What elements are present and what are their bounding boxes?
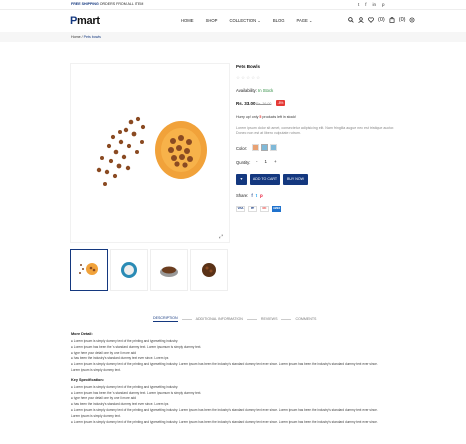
user-icon[interactable] — [358, 17, 364, 23]
paypal-icon: PP — [248, 206, 257, 212]
wishlist-button[interactable]: ♥ — [236, 174, 247, 185]
key-specification-heading: Key Specification: — [71, 377, 104, 382]
tab-separator — [281, 318, 292, 320]
top-bar: FREE SHIPPING ORDERS FROM ALL ITEM t f i… — [0, 0, 466, 10]
quantity-label: Quntity: — [236, 160, 251, 165]
breadcrumb-sep: / — [81, 35, 83, 39]
quantity-stepper: - 1 + — [256, 159, 277, 164]
list-item: ● Lorem ipsum is simply dummy text of th… — [71, 419, 378, 424]
header: Pmart HOME SHOP COLLECTION ⌄ BLOG PAGE ⌄… — [0, 10, 466, 32]
logo[interactable]: Pmart — [70, 15, 100, 27]
color-swatch-2[interactable] — [261, 144, 268, 151]
color-label: Color: — [236, 146, 248, 151]
qty-plus-button[interactable]: + — [274, 159, 277, 164]
cart-icon[interactable] — [389, 17, 395, 23]
add-to-cart-button[interactable]: ADD TO CART — [250, 174, 280, 185]
share-twitter-icon[interactable]: t — [256, 193, 257, 198]
nav-collection[interactable]: COLLECTION ⌄ — [229, 18, 260, 23]
wishlist-count: (0) — [378, 17, 385, 23]
visa-icon: VISA — [236, 206, 245, 212]
zoom-icon[interactable]: ⤢ — [219, 234, 223, 240]
list-item: ● Lorem ipsum is simply dummy text of th… — [71, 407, 378, 412]
tab-reviews[interactable]: REVIEWS — [261, 317, 278, 321]
payment-methods: VISA PP MC AMEX — [236, 206, 281, 212]
list-item: Lorem ipsum is simply dummy text. — [71, 367, 121, 372]
description-content: More Detail: ● Lorem ipsum is simply dum… — [71, 330, 401, 425]
thumbnail-4[interactable] — [190, 249, 228, 291]
mastercard-icon: MC — [260, 206, 269, 212]
thumbnail-list — [70, 249, 228, 291]
facebook-icon[interactable]: f — [365, 2, 366, 7]
promo-bold: FREE SHIPPING — [71, 2, 99, 6]
pinterest-icon[interactable]: p — [382, 2, 385, 7]
amex-icon: AMEX — [272, 206, 281, 212]
header-icons: (0) (0) — [348, 17, 415, 23]
discount-badge: -8% — [276, 100, 285, 106]
breadcrumb-home[interactable]: Home — [71, 35, 81, 39]
linkedin-icon[interactable]: in — [373, 2, 377, 7]
nav-blog[interactable]: BLOG — [273, 18, 285, 23]
share-pinterest-icon[interactable]: p — [260, 193, 263, 198]
availability-label: Availability: — [236, 88, 257, 93]
price: Rs. 33.00 — [236, 101, 256, 106]
short-description: Lorem ipsum dolor sit amet, consectetur … — [236, 126, 395, 135]
tab-separator — [181, 318, 192, 320]
more-detail-heading: More Detail: — [71, 332, 93, 336]
nav-page[interactable]: PAGE ⌄ — [297, 18, 313, 23]
share-facebook-icon[interactable]: f — [251, 193, 252, 198]
color-swatch-1[interactable] — [252, 144, 259, 151]
heart-icon[interactable] — [368, 17, 374, 23]
rating-stars[interactable]: ☆☆☆☆☆ — [236, 75, 261, 81]
share: Share: f t p — [236, 193, 263, 198]
search-icon[interactable] — [348, 17, 354, 23]
social-links: t f in p — [358, 2, 385, 7]
tab-separator — [246, 318, 257, 320]
cart-count: (0) — [398, 17, 406, 23]
buy-now-button[interactable]: BUY NOW — [283, 174, 308, 185]
old-price: Rs. 36.00 — [256, 102, 272, 106]
qty-minus-button[interactable]: - — [256, 159, 258, 164]
main-nav: HOME SHOP COLLECTION ⌄ BLOG PAGE ⌄ — [181, 18, 325, 23]
qty-value[interactable]: 1 — [265, 159, 268, 164]
availability: Availability: In Stock — [236, 88, 273, 93]
tab-description[interactable]: DESCRIPTION — [153, 316, 178, 322]
settings-icon[interactable] — [409, 17, 415, 23]
action-buttons: ♥ ADD TO CART BUY NOW — [236, 174, 308, 185]
breadcrumb-current: Pets bowls — [83, 35, 101, 39]
stock-notice-suffix: products left in stock! — [261, 115, 297, 119]
twitter-icon[interactable]: t — [358, 2, 359, 7]
logo-text: mart — [77, 15, 100, 27]
tab-comments[interactable]: COMMENTS — [295, 317, 316, 321]
promo-rest: ORDERS FROM ALL ITEM — [98, 2, 144, 6]
thumbnail-1[interactable] — [70, 249, 108, 291]
pet-bowl-image — [96, 116, 207, 186]
main-product-image[interactable] — [70, 63, 230, 243]
thumbnail-2[interactable] — [110, 249, 148, 291]
product-tabs: DESCRIPTION ADDITIONAL INFORMATION REVIE… — [153, 316, 316, 322]
thumbnail-3[interactable] — [150, 249, 188, 291]
product-title: Pets Bowls — [236, 64, 261, 69]
breadcrumb: Home / Pets bowls — [0, 32, 466, 42]
color-swatch-3[interactable] — [270, 144, 277, 151]
stock-notice: Hurry up! only 5 products left in stock! — [236, 115, 296, 119]
nav-shop[interactable]: SHOP — [206, 18, 218, 23]
share-label: Share: — [236, 193, 249, 198]
tab-additional-information[interactable]: ADDITIONAL INFORMATION — [196, 317, 243, 321]
stock-notice-prefix: Hurry up! only — [236, 115, 260, 119]
availability-value: In Stock — [258, 88, 274, 93]
nav-home[interactable]: HOME — [181, 18, 194, 23]
promo-text: FREE SHIPPING ORDERS FROM ALL ITEM — [71, 2, 143, 6]
logo-p: P — [70, 15, 78, 27]
